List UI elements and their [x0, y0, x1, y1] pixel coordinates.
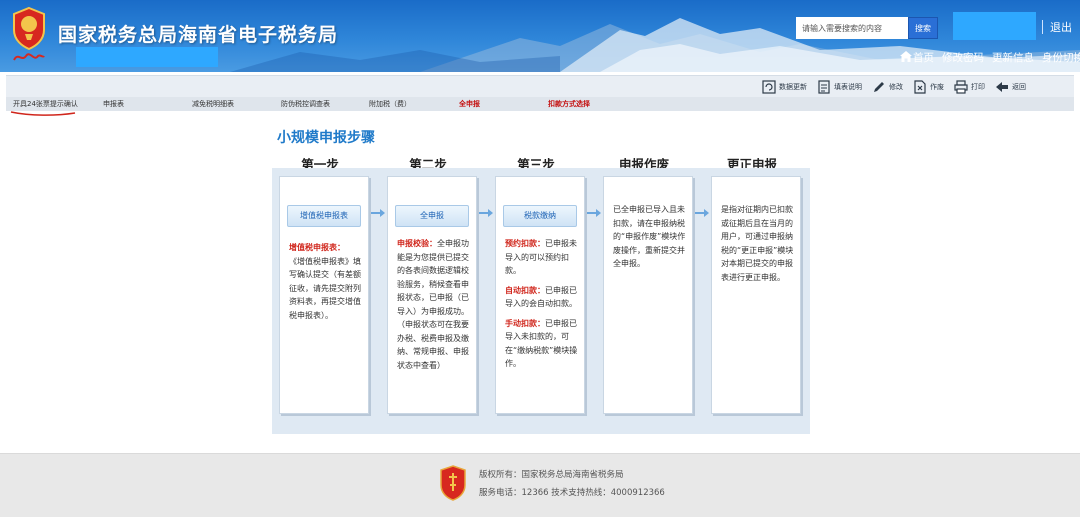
- step-label: 自动扣款：: [505, 285, 545, 295]
- step-text: 全申报功能是为您提供已提交的各表间数据逻辑校验服务，稍候查看申报状态，已申报（已…: [397, 239, 469, 370]
- void-label: 作废: [930, 83, 944, 91]
- tab-invoice-confirm[interactable]: 开具24张票提示确认: [13, 99, 78, 109]
- arrow-right-icon: [587, 209, 601, 217]
- tab-anti-fraud-survey[interactable]: 防伪税控调查表: [281, 99, 330, 109]
- service-phone-text: 服务电话：12366 技术支持热线：4000912366: [479, 488, 665, 498]
- back-button[interactable]: 返回: [995, 80, 1026, 94]
- logout-link[interactable]: 退出: [1050, 19, 1072, 35]
- arrow-right-icon: [371, 209, 385, 217]
- printer-icon: [954, 80, 968, 94]
- refresh-data-button[interactable]: 数据更新: [762, 80, 807, 94]
- instructions-label: 填表说明: [834, 83, 862, 91]
- full-declare-button[interactable]: 全申报: [395, 205, 469, 227]
- step-card: 全申报 申报校验：全申报功能是为您提供已提交的各表间数据逻辑校验服务，稍候查看申…: [387, 176, 477, 414]
- back-arrow-icon: [996, 82, 1008, 92]
- tax-payment-button[interactable]: 税款缴纳: [503, 205, 577, 227]
- print-label: 打印: [971, 83, 985, 91]
- arrow-right-icon: [479, 209, 493, 217]
- logo-script-icon: [13, 53, 45, 61]
- refresh-icon: [762, 80, 776, 94]
- step-label: 增值税申报表：: [289, 243, 345, 252]
- redacted-block: [76, 47, 218, 67]
- step-text: 《增值税申报表》填写确认提交（有差额征收，请先提交附列资料表，再提交增值税申报表…: [289, 256, 361, 320]
- site-header: 国家税务总局海南省电子税务局 搜索 退出 首页 修改密码 更新信息 身份切换: [0, 0, 1080, 72]
- search-input[interactable]: [796, 17, 908, 39]
- void-icon: [914, 80, 926, 94]
- refresh-label: 数据更新: [779, 83, 807, 91]
- divider: [1042, 20, 1043, 34]
- search-button[interactable]: 搜索: [908, 17, 938, 39]
- step-label: 手动扣款：: [505, 318, 545, 328]
- step-description: 申报校验：全申报功能是为您提供已提交的各表间数据逻辑校验服务，稍候查看申报状态，…: [397, 237, 473, 372]
- update-info-link[interactable]: 更新信息: [992, 50, 1034, 65]
- change-password-link[interactable]: 修改密码: [942, 50, 984, 65]
- copyright-text: 版权所有：国家税务总局海南省税务局: [479, 470, 624, 480]
- tab-deduction-method[interactable]: 扣款方式选择: [548, 99, 590, 109]
- arrow-right-icon: [695, 209, 709, 217]
- instructions-button[interactable]: 填表说明: [817, 80, 862, 94]
- page-title: 小规模申报步骤: [277, 130, 375, 146]
- switch-identity-link[interactable]: 身份切换: [1042, 50, 1080, 65]
- toolbar-actions: 数据更新 填表说明 修改 作废 打印 返回: [762, 78, 1026, 96]
- tax-emblem-icon: [13, 6, 45, 50]
- step-label: 预约扣款：: [505, 239, 545, 248]
- step-card: 是指对征期内已扣款或征期后且在当月的用户，可通过申报纳税的“更正申报”模块对本期…: [711, 176, 801, 414]
- tab-return-form[interactable]: 申报表: [103, 99, 124, 109]
- home-icon: [900, 51, 912, 62]
- step-card: 税款缴纳 预约扣款：已申报未导入的可以预约扣款。 自动扣款：已申报已导入的会自动…: [495, 176, 585, 414]
- back-label: 返回: [1012, 83, 1026, 91]
- vat-return-button[interactable]: 增值税申报表: [287, 205, 361, 227]
- step-description: 增值税申报表： 《增值税申报表》填写确认提交（有差额征收，请先提交附列资料表，再…: [289, 241, 365, 322]
- tab-full-declare[interactable]: 全申报: [459, 99, 480, 109]
- home-link[interactable]: 首页: [900, 50, 934, 65]
- print-button[interactable]: 打印: [954, 80, 985, 94]
- step-description: 是指对征期内已扣款或征期后且在当月的用户，可通过申报纳税的“更正申报”模块对本期…: [721, 205, 794, 282]
- step-label: 申报校验：: [397, 239, 437, 248]
- tab-surcharge[interactable]: 附加税（费）: [369, 99, 411, 109]
- step-card: 已全申报已导入且未扣款，请在申报纳税的“申报作废”模块作废操作，重新提交并全申报…: [603, 176, 693, 414]
- pencil-icon: [874, 82, 884, 92]
- top-links: 首页 修改密码 更新信息 身份切换: [900, 50, 1080, 65]
- toolbar: 数据更新 填表说明 修改 作废 打印 返回: [6, 75, 1074, 97]
- edit-button[interactable]: 修改: [872, 80, 903, 94]
- step-card: 增值税申报表 增值税申报表： 《增值税申报表》填写确认提交（有差额征收，请先提交…: [279, 176, 369, 414]
- footer: 版权所有：国家税务总局海南省税务局 服务电话：12366 技术支持热线：4000…: [0, 453, 1080, 517]
- tax-badge-icon: [440, 465, 466, 501]
- home-label: 首页: [913, 52, 934, 64]
- site-title: 国家税务总局海南省电子税务局: [58, 24, 339, 46]
- edit-label: 修改: [889, 83, 903, 91]
- tab-bar: 开具24张票提示确认 申报表 减免税明细表 防伪税控调查表 附加税（费） 全申报…: [6, 97, 1074, 111]
- document-icon: [818, 80, 830, 94]
- step-description: 预约扣款：已申报未导入的可以预约扣款。 自动扣款：已申报已导入的会自动扣款。 手…: [505, 237, 581, 371]
- void-button[interactable]: 作废: [913, 80, 944, 94]
- active-tab-underline: [10, 111, 76, 116]
- step-description: 已全申报已导入且未扣款，请在申报纳税的“申报作废”模块作废操作，重新提交并全申报…: [613, 205, 686, 268]
- tab-exemption-detail[interactable]: 减免税明细表: [192, 99, 234, 109]
- redacted-user-block: [953, 12, 1036, 40]
